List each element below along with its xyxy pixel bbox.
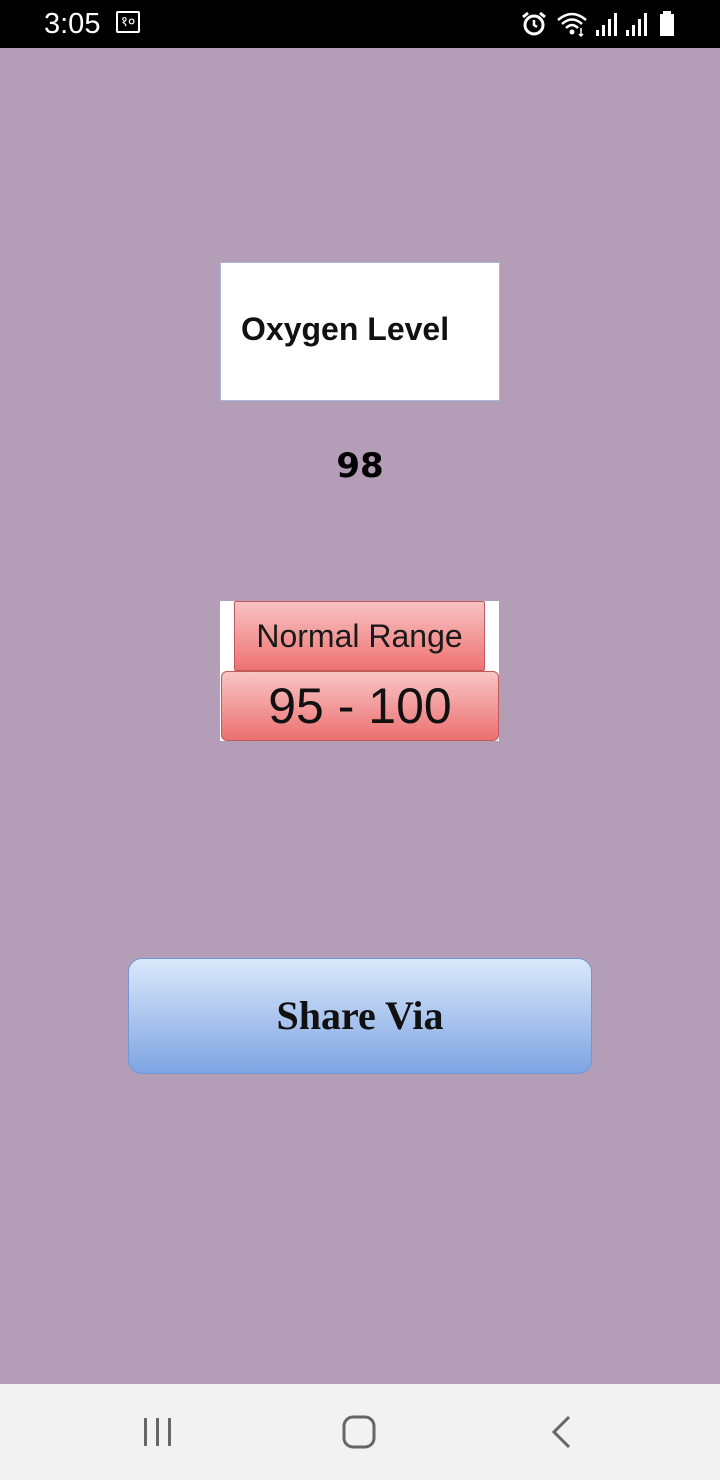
battery-icon <box>660 11 674 36</box>
normal-range-title: Normal Range <box>234 601 485 671</box>
oxygen-level-value: 98 <box>336 446 384 486</box>
notification-badge-icon: १० <box>116 11 140 33</box>
recent-apps-icon[interactable] <box>128 1404 188 1460</box>
share-via-button[interactable]: Share Via <box>128 958 592 1074</box>
app-screen: 3:05 १० Oxygen Level 98 Normal Range 95 … <box>0 0 720 1480</box>
normal-range-value: 95 - 100 <box>221 671 499 741</box>
navigation-bar <box>0 1384 720 1480</box>
oxygen-level-label: Oxygen Level <box>241 311 450 347</box>
back-icon[interactable] <box>530 1404 590 1460</box>
oxygen-label-box: Oxygen Level <box>220 262 500 401</box>
wifi-icon <box>557 12 587 38</box>
normal-range-card: Normal Range 95 - 100 <box>220 601 499 741</box>
signal-icon-2 <box>626 13 647 36</box>
signal-icon <box>596 13 617 36</box>
status-bar: 3:05 १० <box>0 0 720 48</box>
alarm-icon <box>522 11 546 36</box>
status-time: 3:05 <box>44 8 101 40</box>
home-icon[interactable] <box>329 1404 389 1460</box>
